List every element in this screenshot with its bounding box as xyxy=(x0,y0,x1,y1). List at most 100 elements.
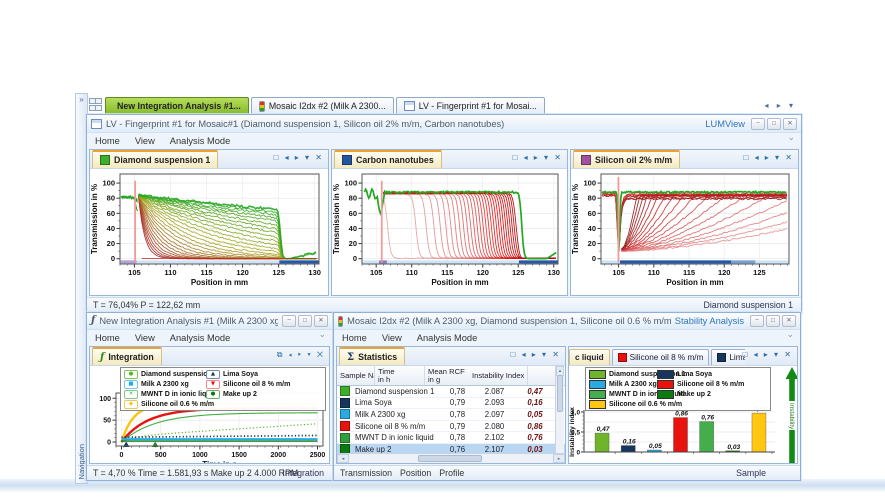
column-header[interactable]: Mean RCFin g xyxy=(425,366,469,385)
document-tab[interactable]: LV - Fingerprint #1 for Mosai... xyxy=(396,97,545,114)
svg-text:Transmission in %: Transmission in % xyxy=(571,184,580,254)
window-buttons: −□✕ xyxy=(282,315,328,327)
panel-header: Σ Statistics □ ◂ ▸ ▾ ✕ xyxy=(337,347,565,366)
svg-text:100: 100 xyxy=(583,179,596,188)
scroll-left-icon[interactable]: ◂ xyxy=(337,454,349,463)
integral-icon: ƒ xyxy=(91,316,95,326)
table-row[interactable]: Lima Soya 0,79 2.093 0,16 xyxy=(337,398,565,410)
menu-item[interactable]: Home xyxy=(95,333,120,343)
active-sample-label: Diamond suspension 1 xyxy=(704,300,794,310)
window-button[interactable]: ✕ xyxy=(783,118,797,130)
ribbon-collapse-icon[interactable]: ⌄ xyxy=(318,329,326,340)
window-layout-icon[interactable] xyxy=(89,98,100,111)
vertical-scrollbar[interactable]: ▴ xyxy=(555,366,564,453)
legend-item: Diamond suspension 1 xyxy=(589,369,657,379)
window-button[interactable]: − xyxy=(751,118,765,130)
menu-item[interactable]: Home xyxy=(95,136,120,146)
table-row[interactable]: Diamond suspension 1 0,78 2.087 0,47 xyxy=(337,386,565,398)
panel-tab-silicon[interactable]: Silicon oil 2% m/m xyxy=(573,150,680,168)
sample-tab[interactable]: Silicone oil 8 % m/m xyxy=(612,349,710,365)
column-header[interactable]: Timein h xyxy=(375,366,425,385)
sample-color-icon xyxy=(717,353,726,362)
menu-item[interactable]: View xyxy=(382,333,402,343)
integration-titlebar[interactable]: ƒ New Integration Analysis #1 (Milk A 23… xyxy=(87,313,332,330)
svg-text:0: 0 xyxy=(107,440,111,447)
sample-color-icon xyxy=(340,433,350,443)
panel-integration: ƒ Integration ⧉ ◂ ▸ ▾ ✕ 0500100015002000… xyxy=(89,346,330,464)
panel-controls[interactable]: □ ◂ ▸ ▾ ✕ xyxy=(744,153,794,162)
column-header[interactable]: Instability Index xyxy=(469,366,528,385)
panel-stability-chart: c liquid Silicone oil 8 % m/m Lima Soya xyxy=(568,346,798,464)
document-tab[interactable]: Mosaic I2dx #2 (Milk A 2300... xyxy=(251,97,394,114)
legend-marker-box: ✕ xyxy=(124,390,138,399)
table-row[interactable]: Make up 2 0,76 2.107 0,03 xyxy=(337,444,565,453)
ribbon-collapse-icon[interactable]: ⌄ xyxy=(786,329,794,340)
cell-instability-index: 0,47 xyxy=(516,387,554,396)
scrollbar-thumb[interactable] xyxy=(418,455,481,462)
window-button[interactable]: □ xyxy=(298,315,312,327)
svg-text:120: 120 xyxy=(236,268,249,277)
mosaic-menubar: Home View Analysis Mode ⌄ xyxy=(334,330,800,345)
svg-text:100: 100 xyxy=(99,396,111,403)
svg-text:60: 60 xyxy=(588,209,596,218)
menu-item[interactable]: Analysis Mode xyxy=(417,333,477,343)
column-header[interactable]: Sample Name xyxy=(337,366,375,385)
cell-time: 0,78 xyxy=(442,410,473,419)
menu-item[interactable]: View xyxy=(135,333,155,343)
svg-text:130: 130 xyxy=(308,268,321,277)
panel-tab-diamond[interactable]: Diamond suspension 1 xyxy=(92,150,218,168)
panel-tab-carbon[interactable]: Carbon nanotubes xyxy=(334,150,442,168)
table-row[interactable]: MWNT D in ionic liquid 0,78 2.102 0,76 xyxy=(337,432,565,444)
scrollbar-thumb[interactable] xyxy=(557,375,563,412)
horizontal-scrollbar[interactable]: ◂ ▸ xyxy=(337,453,565,463)
panel-controls[interactable]: □ ◂ ▸ ▾ ✕ xyxy=(274,153,324,162)
view-mode-item[interactable]: Position xyxy=(400,468,431,478)
panel-controls[interactable]: □ ◂ ▸ ▾ ✕ xyxy=(513,153,563,162)
window-button[interactable]: ✕ xyxy=(782,315,796,327)
panel-controls[interactable]: □ ◂ ▸ ▾ ✕ xyxy=(511,350,561,359)
cell-sample-name: Diamond suspension 1 xyxy=(355,387,442,396)
legend-label: Lima Soya xyxy=(223,371,258,378)
panel-tab-statistics[interactable]: Σ Statistics xyxy=(339,347,405,365)
window-button[interactable]: − xyxy=(282,315,296,327)
cell-mean-rcf: 2.102 xyxy=(473,433,516,442)
panel-controls[interactable]: ⧉ ◂ ▸ ▾ ✕ xyxy=(277,350,325,360)
mosaic-titlebar[interactable]: Mosaic I2dx #2 (Milk A 2300 xg, Diamond … xyxy=(334,313,800,330)
sample-tab-label: Silicone oil 8 % m/m xyxy=(630,353,704,362)
diamond-transmission-chart[interactable]: 105110115120125130020406080100Position i… xyxy=(90,169,324,295)
svg-text:0,47: 0,47 xyxy=(597,426,610,433)
menu-item[interactable]: Analysis Mode xyxy=(170,333,230,343)
menu-item[interactable]: Home xyxy=(342,333,367,343)
legend-label: Milk A 2300 xg xyxy=(609,381,657,388)
scroll-right-icon[interactable]: ▸ xyxy=(553,454,565,463)
panel-header: c liquid Silicone oil 8 % m/m Lima Soya xyxy=(569,347,797,366)
table-row[interactable]: Silicone oil 8 % m/m 0,79 2.080 0,86 xyxy=(337,421,565,433)
panel-controls[interactable]: □ ◂ ▸ ▾ ✕ xyxy=(743,350,793,359)
window-button[interactable]: ✕ xyxy=(314,315,328,327)
view-mode-item[interactable]: Profile xyxy=(439,468,464,478)
svg-text:125: 125 xyxy=(272,268,285,277)
expand-navigation-icon[interactable]: » xyxy=(76,95,87,104)
legend-item: ▲ Lima Soya xyxy=(206,369,316,379)
menu-item[interactable]: View xyxy=(135,136,155,146)
panel-tab-integration[interactable]: ƒ Integration xyxy=(92,347,162,365)
window-button[interactable]: □ xyxy=(766,315,780,327)
fingerprint-titlebar[interactable]: LV - Fingerprint #1 for Mosaic#1 (Diamon… xyxy=(87,115,801,133)
silicon-transmission-chart[interactable]: 105110115120125020406080100Position in m… xyxy=(571,169,794,295)
fingerprint-menubar: Home View Analysis Mode ⌄ xyxy=(87,133,801,148)
window-button[interactable]: − xyxy=(750,315,764,327)
document-tab[interactable]: New Integration Analysis #1... xyxy=(105,97,249,114)
tab-scroll-controls[interactable]: ◂ ▸ ▾ xyxy=(765,101,797,110)
sample-tab[interactable]: c liquid xyxy=(569,349,610,365)
sample-color-icon xyxy=(340,409,350,419)
view-mode-item[interactable]: Transmission xyxy=(340,468,392,478)
cell-sample-name: MWNT D in ionic liquid xyxy=(355,433,442,442)
window-button[interactable]: □ xyxy=(767,118,781,130)
carbon-transmission-chart[interactable]: 105110115120125130020406080100Position i… xyxy=(332,169,563,295)
integral-icon: ƒ xyxy=(100,352,104,363)
cell-sample-name: Silicone oil 8 % m/m xyxy=(355,422,442,431)
menu-item[interactable]: Analysis Mode xyxy=(170,136,230,146)
table-row[interactable]: Milk A 2300 xg 0,78 2.097 0,05 xyxy=(337,409,565,421)
sample-tab[interactable]: Lima Soya xyxy=(711,349,745,365)
ribbon-collapse-icon[interactable]: ⌄ xyxy=(787,132,795,143)
